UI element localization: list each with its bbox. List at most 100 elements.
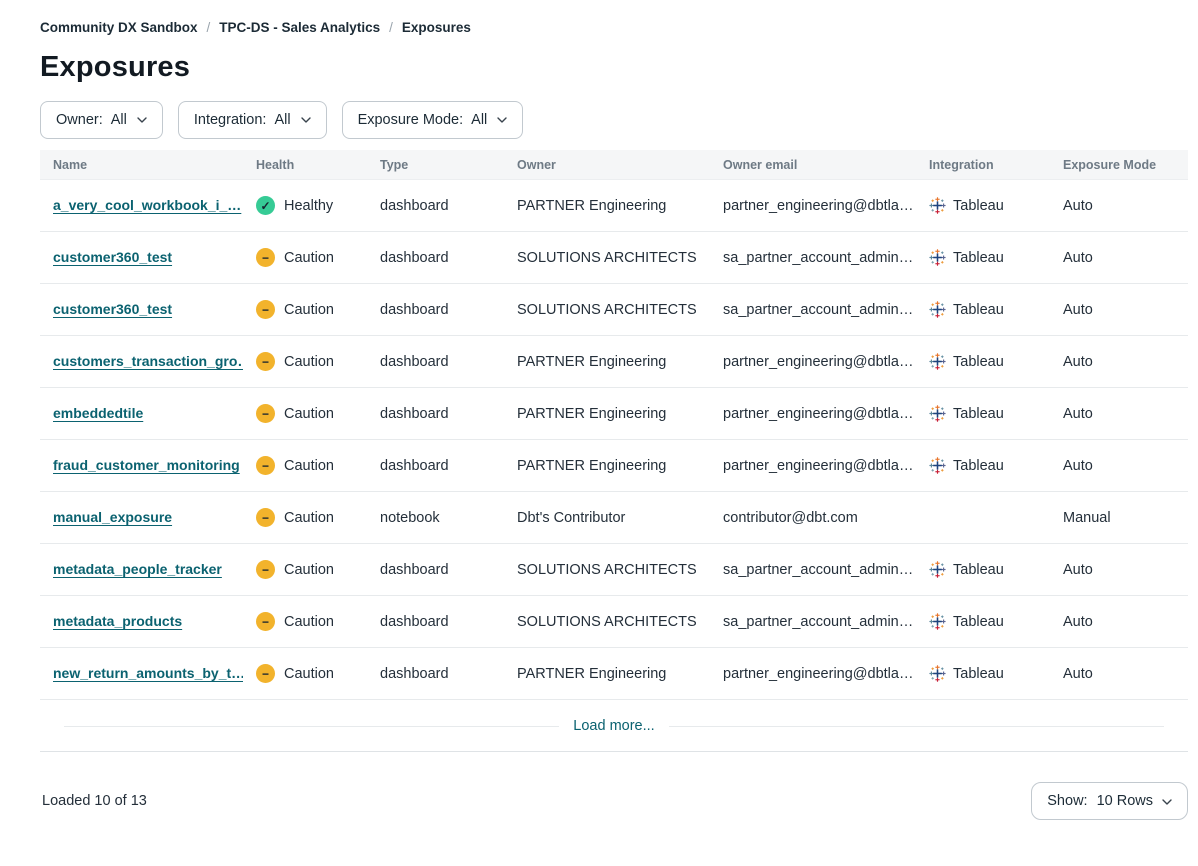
owner-email-cell: contributor@dbt.com: [710, 510, 916, 526]
health-label: Caution: [284, 666, 334, 682]
health-cell: − Caution: [243, 248, 367, 267]
exposure-mode-cell: Auto: [1050, 250, 1188, 266]
column-header-owner: Owner: [504, 158, 710, 172]
exposure-mode-filter-label: Exposure Mode:: [358, 112, 464, 128]
exposure-mode-cell: Auto: [1050, 666, 1188, 682]
owner-filter-value: All: [111, 112, 127, 128]
integration-label: Tableau: [953, 666, 1004, 682]
type-cell: dashboard: [367, 406, 504, 422]
chevron-down-icon: [301, 117, 311, 123]
tableau-logo-icon: [929, 613, 946, 630]
filter-bar: Owner: All Integration: All Exposure Mod…: [40, 101, 1188, 139]
breadcrumb-item-project[interactable]: Community DX Sandbox: [40, 20, 198, 35]
table-footer: Loaded 10 of 13 Show: 10 Rows: [40, 752, 1188, 850]
integration-filter-value: All: [274, 112, 290, 128]
owner-email-cell: sa_partner_account_admin…: [710, 250, 916, 266]
exposure-mode-cell: Auto: [1050, 614, 1188, 630]
exposures-table: Name Health Type Owner Owner email Integ…: [40, 150, 1188, 752]
exposure-name-link[interactable]: manual_exposure: [53, 509, 172, 525]
exposure-mode-cell: Auto: [1050, 562, 1188, 578]
owner-cell: SOLUTIONS ARCHITECTS: [504, 302, 710, 318]
name-cell: customer360_test: [40, 249, 243, 266]
owner-cell: PARTNER Engineering: [504, 458, 710, 474]
column-header-integration: Integration: [916, 158, 1050, 172]
name-cell: customer360_test: [40, 301, 243, 318]
health-status-icon: −: [256, 560, 275, 579]
health-cell: − Caution: [243, 352, 367, 371]
owner-cell: SOLUTIONS ARCHITECTS: [504, 250, 710, 266]
type-cell: notebook: [367, 510, 504, 526]
table-row: metadata_products − Caution dashboard SO…: [40, 596, 1188, 648]
health-label: Caution: [284, 458, 334, 474]
exposure-mode-cell: Auto: [1050, 302, 1188, 318]
tableau-logo-icon: [929, 405, 946, 422]
integration-cell: Tableau: [916, 665, 1050, 682]
table-row: new_return_amounts_by_t… − Caution dashb…: [40, 648, 1188, 700]
integration-label: Tableau: [953, 614, 1004, 630]
exposure-mode-filter-button[interactable]: Exposure Mode: All: [342, 101, 524, 139]
owner-cell: Dbt's Contributor: [504, 510, 710, 526]
health-label: Healthy: [284, 198, 333, 214]
health-status-icon: −: [256, 300, 275, 319]
show-rows-label: Show:: [1047, 793, 1087, 809]
integration-label: Tableau: [953, 406, 1004, 422]
column-header-owner-email: Owner email: [710, 158, 916, 172]
health-cell: − Caution: [243, 300, 367, 319]
owner-filter-label: Owner:: [56, 112, 103, 128]
health-status-icon: −: [256, 248, 275, 267]
exposure-name-link[interactable]: customers_transaction_gro…: [53, 353, 243, 369]
health-label: Caution: [284, 614, 334, 630]
health-status-icon: −: [256, 508, 275, 527]
health-cell: − Caution: [243, 612, 367, 631]
exposure-name-link[interactable]: customer360_test: [53, 249, 172, 265]
table-row: fraud_customer_monitoring − Caution dash…: [40, 440, 1188, 492]
table-row: embeddedtile − Caution dashboard PARTNER…: [40, 388, 1188, 440]
load-more-link[interactable]: Load more...: [559, 718, 668, 734]
health-status-icon: −: [256, 612, 275, 631]
exposure-mode-cell: Auto: [1050, 198, 1188, 214]
health-label: Caution: [284, 250, 334, 266]
exposure-name-link[interactable]: metadata_people_tracker: [53, 561, 222, 577]
type-cell: dashboard: [367, 250, 504, 266]
name-cell: metadata_people_tracker: [40, 561, 243, 578]
integration-label: Tableau: [953, 302, 1004, 318]
exposure-name-link[interactable]: embeddedtile: [53, 405, 143, 421]
health-status-icon: −: [256, 352, 275, 371]
owner-cell: PARTNER Engineering: [504, 406, 710, 422]
exposure-name-link[interactable]: fraud_customer_monitoring: [53, 457, 240, 473]
owner-cell: PARTNER Engineering: [504, 198, 710, 214]
owner-email-cell: partner_engineering@dbtla…: [710, 354, 916, 370]
type-cell: dashboard: [367, 666, 504, 682]
show-rows-button[interactable]: Show: 10 Rows: [1031, 782, 1188, 820]
exposure-mode-cell: Auto: [1050, 406, 1188, 422]
breadcrumb-item-current: Exposures: [402, 20, 471, 35]
exposure-name-link[interactable]: new_return_amounts_by_t…: [53, 665, 243, 681]
owner-filter-button[interactable]: Owner: All: [40, 101, 163, 139]
exposure-name-link[interactable]: customer360_test: [53, 301, 172, 317]
exposure-mode-cell: Auto: [1050, 458, 1188, 474]
integration-cell: Tableau: [916, 301, 1050, 318]
exposure-name-link[interactable]: metadata_products: [53, 613, 182, 629]
name-cell: manual_exposure: [40, 509, 243, 526]
breadcrumb-item-environment[interactable]: TPC-DS - Sales Analytics: [219, 20, 380, 35]
name-cell: new_return_amounts_by_t…: [40, 665, 243, 682]
tableau-logo-icon: [929, 249, 946, 266]
owner-email-cell: partner_engineering@dbtla…: [710, 458, 916, 474]
health-status-icon: ✓: [256, 196, 275, 215]
integration-cell: Tableau: [916, 249, 1050, 266]
exposure-name-link[interactable]: a_very_cool_workbook_i_…: [53, 197, 241, 213]
type-cell: dashboard: [367, 562, 504, 578]
health-cell: − Caution: [243, 664, 367, 683]
tableau-logo-icon: [929, 665, 946, 682]
integration-filter-button[interactable]: Integration: All: [178, 101, 327, 139]
tableau-logo-icon: [929, 353, 946, 370]
health-label: Caution: [284, 510, 334, 526]
owner-cell: PARTNER Engineering: [504, 354, 710, 370]
loaded-count-text: Loaded 10 of 13: [40, 793, 147, 809]
integration-label: Tableau: [953, 354, 1004, 370]
health-cell: − Caution: [243, 508, 367, 527]
column-header-exposure-mode: Exposure Mode: [1050, 158, 1188, 172]
owner-email-cell: partner_engineering@dbtla…: [710, 198, 916, 214]
integration-cell: Tableau: [916, 457, 1050, 474]
type-cell: dashboard: [367, 458, 504, 474]
